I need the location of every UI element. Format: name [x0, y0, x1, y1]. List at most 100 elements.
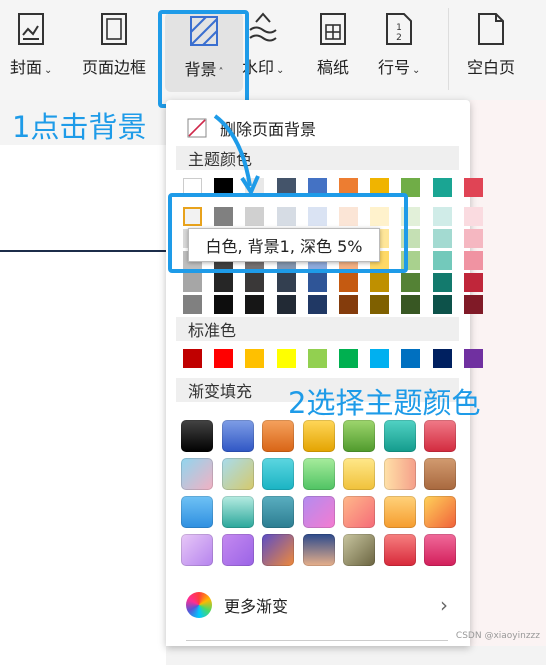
standard-color-swatch[interactable] [183, 349, 202, 368]
standard-color-swatch[interactable] [401, 349, 421, 368]
gradient-swatch[interactable] [302, 420, 335, 452]
gradient-swatch[interactable] [181, 458, 213, 490]
gradient-swatch[interactable] [221, 496, 254, 528]
theme-color-swatch[interactable] [463, 178, 483, 197]
theme-shade-swatch[interactable] [214, 295, 234, 314]
theme-shade-swatch[interactable] [463, 229, 483, 248]
manuscript-label: 稿纸 [316, 58, 349, 77]
blank-page-icon [478, 13, 504, 45]
theme-shade-swatch[interactable] [432, 295, 452, 314]
color-tooltip: 白色, 背景1, 深色 5% [188, 228, 380, 262]
svg-text:1: 1 [396, 23, 402, 33]
theme-shade-swatch[interactable] [245, 295, 265, 314]
theme-shade-swatch[interactable] [339, 273, 358, 292]
gradient-swatch[interactable] [383, 458, 416, 490]
page-border-label: 页面边框 [82, 58, 147, 77]
theme-shade-swatch[interactable] [183, 295, 202, 314]
gradient-swatch[interactable] [343, 496, 375, 528]
standard-colors-heading: 标准色 [176, 317, 459, 341]
ribbon-toolbar: 封面 ⌄ 页面边框 背景 ˄ 水印 ⌄ 稿纸 1 2 行号 ⌄ 空白页 [0, 0, 546, 100]
gradient-swatch[interactable] [221, 458, 254, 490]
theme-shade-swatch[interactable] [432, 229, 452, 248]
document-header-line [0, 250, 166, 252]
manuscript-icon [320, 13, 346, 45]
page-border-icon [101, 13, 127, 45]
standard-color-swatch[interactable] [370, 349, 390, 368]
theme-color-swatch[interactable] [432, 178, 452, 197]
watermark-icon [249, 12, 277, 42]
gradient-swatch[interactable] [343, 534, 375, 566]
cover-button[interactable]: 封面 ⌄ [10, 10, 52, 78]
svg-text:2: 2 [396, 33, 402, 43]
chevron-down-icon: ⌄ [276, 65, 285, 76]
theme-shade-swatch[interactable] [401, 295, 421, 314]
standard-color-swatch[interactable] [307, 349, 327, 368]
panel-divider [186, 640, 448, 641]
more-gradients-label: 更多渐变 [224, 597, 289, 616]
gradient-swatch[interactable] [262, 420, 294, 452]
standard-color-swatch[interactable] [245, 349, 265, 368]
gradient-swatch[interactable] [424, 496, 456, 528]
theme-shade-swatch[interactable] [401, 273, 421, 292]
standard-color-swatch[interactable] [432, 349, 452, 368]
more-gradients-item[interactable]: 更多渐变 › [186, 592, 448, 618]
gradient-swatch[interactable] [181, 534, 213, 566]
csdn-watermark: CSDN @xiaoyinzzz [455, 631, 540, 641]
theme-shade-swatch[interactable] [463, 251, 483, 270]
ribbon-separator [448, 8, 449, 90]
gradient-swatch[interactable] [424, 534, 456, 566]
gradient-swatch[interactable] [221, 534, 254, 566]
gradient-swatch[interactable] [383, 420, 416, 452]
standard-color-swatch[interactable] [339, 349, 358, 368]
background-highlight-box [158, 10, 249, 108]
theme-shade-swatch[interactable] [214, 273, 234, 292]
blank-page-label: 空白页 [467, 58, 516, 77]
gradient-swatch[interactable] [221, 420, 254, 452]
theme-shade-swatch[interactable] [463, 207, 483, 226]
theme-shade-swatch[interactable] [432, 273, 452, 292]
gradient-swatch[interactable] [181, 496, 213, 528]
gradient-swatch[interactable] [383, 534, 416, 566]
gradient-swatch[interactable] [302, 496, 335, 528]
no-fill-icon [187, 118, 207, 138]
manuscript-button[interactable]: 稿纸 [316, 10, 350, 78]
gradient-swatch[interactable] [181, 420, 213, 452]
step1-annotation: 1点击背景 [12, 110, 147, 144]
chevron-down-icon: ⌄ [44, 65, 53, 76]
theme-shade-swatch[interactable] [370, 273, 390, 292]
theme-shade-swatch[interactable] [307, 273, 327, 292]
gradient-swatch[interactable] [302, 458, 335, 490]
arrow-icon [213, 114, 260, 197]
cover-icon [18, 13, 45, 45]
chevron-right-icon: › [440, 593, 448, 617]
theme-shade-swatch[interactable] [183, 273, 202, 292]
gradient-swatch[interactable] [302, 534, 335, 566]
theme-shade-swatch[interactable] [432, 251, 452, 270]
page-border-button[interactable]: 页面边框 [82, 10, 146, 78]
theme-shade-swatch[interactable] [432, 207, 452, 226]
document-page[interactable] [0, 145, 166, 665]
theme-shade-swatch[interactable] [276, 273, 296, 292]
line-number-button[interactable]: 1 2 行号 ⌄ [378, 10, 420, 78]
standard-color-swatch[interactable] [214, 349, 234, 368]
theme-shade-swatch[interactable] [307, 295, 327, 314]
gradient-swatch[interactable] [343, 458, 375, 490]
theme-shade-swatch[interactable] [463, 295, 483, 314]
step2-annotation: 2选择主题颜色 [288, 386, 481, 420]
theme-shade-swatch[interactable] [339, 295, 358, 314]
standard-color-swatch[interactable] [463, 349, 483, 368]
theme-shade-swatch[interactable] [463, 273, 483, 292]
gradient-swatch[interactable] [262, 496, 294, 528]
gradient-swatch[interactable] [262, 534, 294, 566]
gradient-swatch[interactable] [343, 420, 375, 452]
gradient-swatch[interactable] [424, 420, 456, 452]
theme-shade-swatch[interactable] [245, 273, 265, 292]
theme-shade-swatch[interactable] [276, 295, 296, 314]
gradient-swatch[interactable] [383, 496, 416, 528]
blank-page-button[interactable]: 空白页 [467, 10, 515, 78]
theme-shade-swatch[interactable] [370, 295, 390, 314]
standard-color-swatch[interactable] [276, 349, 296, 368]
chevron-down-icon: ⌄ [412, 65, 421, 76]
gradient-swatch[interactable] [424, 458, 456, 490]
gradient-swatch[interactable] [262, 458, 294, 490]
